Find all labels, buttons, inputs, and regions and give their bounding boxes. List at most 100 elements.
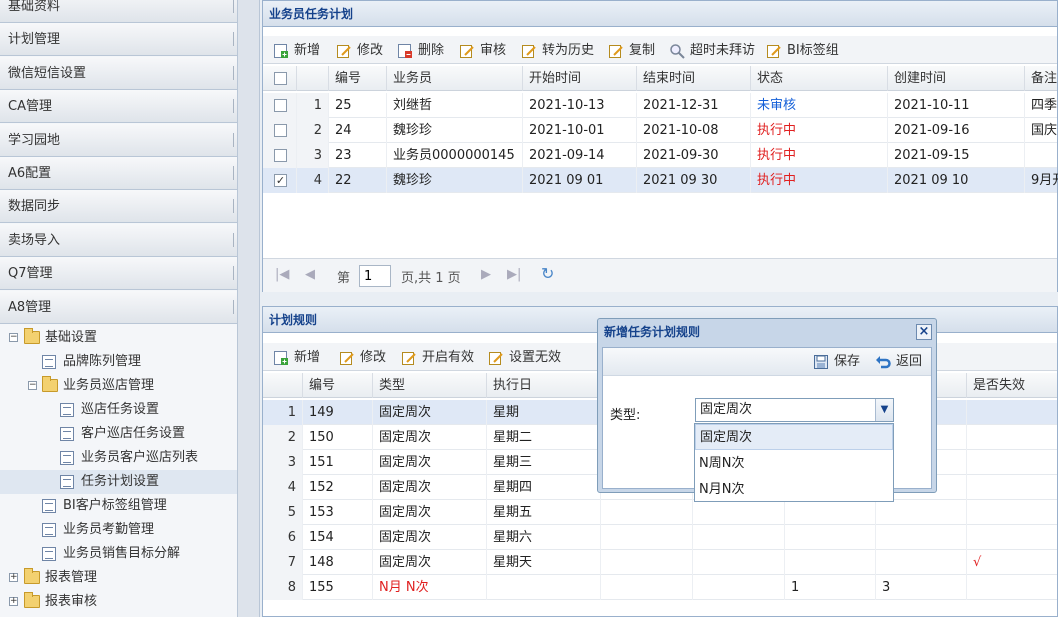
row-number: 3 <box>263 450 303 475</box>
tree-node-basic-settings[interactable]: − 基础设置 <box>0 326 237 350</box>
cell-start: 2021-10-01 <box>523 118 637 143</box>
close-icon[interactable]: × <box>916 324 932 340</box>
table-row[interactable]: ✓ 4 22 魏珍珍 2021 09 01 2021 09 30 执行中 202… <box>263 168 1058 193</box>
sidebar-section-a8[interactable]: A8管理 <box>0 291 237 324</box>
table-row[interactable]: 7 148 固定周次 星期天 √ <box>263 550 1057 575</box>
dropdown-option[interactable]: N月N次 <box>695 477 893 503</box>
sidebar-section-basic-data[interactable]: 基础资料 <box>0 0 237 23</box>
expand-icon[interactable]: + <box>9 573 18 582</box>
page-icon <box>60 451 74 465</box>
sidebar-section-store-import[interactable]: 卖场导入 <box>0 224 237 257</box>
tree-node-salesman-attendance[interactable]: 业务员考勤管理 <box>0 518 237 542</box>
pagination-bar: |◀ ◀ 第 页,共 1 页 ▶ ▶| ↻ <box>263 258 1057 292</box>
sidebar-section-plan-management[interactable]: 计划管理 <box>0 23 237 56</box>
column-header[interactable]: 结束时间 <box>637 66 751 91</box>
sidebar-section-ca[interactable]: CA管理 <box>0 90 237 123</box>
cell-id: 155 <box>303 575 373 600</box>
sidebar-splitter[interactable] <box>238 0 260 617</box>
edit-button[interactable]: 修改 <box>336 42 383 60</box>
next-page-icon[interactable]: ▶ <box>481 267 491 282</box>
cell-type: 固定周次 <box>373 550 487 575</box>
sidebar-section-wechat-sms[interactable]: 微信短信设置 <box>0 57 237 90</box>
column-header[interactable]: 备注 <box>1025 66 1058 91</box>
tree-node-report-review[interactable]: + 报表审核 <box>0 590 237 614</box>
tree-node-brand-display[interactable]: 品牌陈列管理 <box>0 350 237 374</box>
cell-salesman: 刘继哲 <box>387 93 523 118</box>
collapse-icon[interactable]: − <box>28 381 37 390</box>
review-button[interactable]: 审核 <box>459 42 506 60</box>
column-header[interactable]: 编号 <box>329 66 387 91</box>
expand-icon[interactable]: + <box>9 597 18 606</box>
add-button[interactable]: 新增 <box>273 42 320 60</box>
cell-id: 25 <box>329 93 387 118</box>
dialog-title: 新增任务计划规则 <box>604 325 701 339</box>
row-number: 3 <box>297 143 329 168</box>
column-header[interactable]: 开始时间 <box>523 66 637 91</box>
sidebar-section-q7[interactable]: Q7管理 <box>0 257 237 290</box>
cell-id: 150 <box>303 425 373 450</box>
page-number-input[interactable] <box>359 265 391 287</box>
column-header[interactable]: 编号 <box>303 373 373 398</box>
divider <box>233 99 234 113</box>
sidebar-section-data-sync[interactable]: 数据同步 <box>0 190 237 223</box>
tree-node-report-management[interactable]: + 报表管理 <box>0 566 237 590</box>
save-button[interactable]: 保存 <box>813 353 860 371</box>
disable-rule-button[interactable]: 设置无效 <box>488 349 561 367</box>
type-select[interactable]: 固定周次 ▼ <box>695 398 894 422</box>
row-check-cell <box>263 143 297 168</box>
copy-button[interactable]: 复制 <box>608 42 655 60</box>
table-row[interactable]: 6 154 固定周次 星期六 <box>263 525 1057 550</box>
dropdown-option[interactable]: 固定周次 <box>695 424 893 450</box>
first-page-icon[interactable]: |◀ <box>275 267 289 282</box>
delete-button[interactable]: 删除 <box>397 42 444 60</box>
tree-node-salesman-sales-target[interactable]: 业务员销售目标分解 <box>0 542 237 566</box>
refresh-icon[interactable]: ↻ <box>541 264 554 283</box>
tree-node-task-plan-settings[interactable]: 任务计划设置 <box>0 470 237 494</box>
cell-type: 固定周次 <box>373 450 487 475</box>
table-row[interactable]: 2 24 魏珍珍 2021-10-01 2021-10-08 执行中 2021-… <box>263 118 1057 143</box>
row-checkbox[interactable] <box>274 124 287 137</box>
add-rule-button[interactable]: 新增 <box>273 349 320 367</box>
column-header[interactable]: 创建时间 <box>888 66 1025 91</box>
column-header[interactable]: 类型 <box>373 373 487 398</box>
sidebar-section-learning[interactable]: 学习园地 <box>0 124 237 157</box>
sidebar-section-label: 学习园地 <box>8 133 61 148</box>
select-all-checkbox[interactable] <box>274 72 287 85</box>
tree-node-customer-visit-task[interactable]: 客户巡店任务设置 <box>0 422 237 446</box>
sidebar: 基础资料 计划管理 微信短信设置 CA管理 学习园地 A6配置 数据同步 卖场导… <box>0 0 238 617</box>
row-checkbox[interactable] <box>274 99 287 112</box>
dropdown-option[interactable]: N周N次 <box>695 451 893 477</box>
prev-page-icon[interactable]: ◀ <box>305 267 315 282</box>
row-checkbox-checked[interactable]: ✓ <box>274 174 287 187</box>
table-row[interactable]: 5 153 固定周次 星期五 <box>263 500 1057 525</box>
page-icon <box>60 475 74 489</box>
tag-icon <box>767 45 781 58</box>
enable-rule-button[interactable]: 开启有效 <box>401 349 474 367</box>
column-header[interactable]: 执行日 <box>487 373 601 398</box>
last-page-icon[interactable]: ▶| <box>507 267 521 282</box>
convert-to-history-button[interactable]: 转为历史 <box>521 42 594 60</box>
table-row[interactable]: 8 155 N月 N次 1 3 <box>263 575 1057 600</box>
tree-node-salesman-customer-visit-list[interactable]: 业务员客户巡店列表 <box>0 446 237 470</box>
column-header[interactable]: 是否失效 <box>967 373 1058 398</box>
tree-node-label: 任务计划设置 <box>81 474 160 489</box>
tree-node-bi-customer-tag[interactable]: BI客户标签组管理 <box>0 494 237 518</box>
row-check-cell: ✓ <box>263 168 297 193</box>
bi-tag-group-button[interactable]: BI标签组 <box>766 42 839 60</box>
overdue-visit-button[interactable]: 超时未拜访 <box>669 42 755 60</box>
table-row[interactable]: 3 23 业务员0000000145 2021-09-14 2021-09-30… <box>263 143 1057 168</box>
chevron-down-icon[interactable]: ▼ <box>875 399 893 421</box>
tree-node-visit-task-settings[interactable]: 巡店任务设置 <box>0 398 237 422</box>
column-header[interactable]: 业务员 <box>387 66 523 91</box>
row-checkbox[interactable] <box>274 149 287 162</box>
button-label: 新增 <box>294 350 321 365</box>
table-row[interactable]: 1 25 刘继哲 2021-10-13 2021-12-31 未审核 2021-… <box>263 93 1057 118</box>
edit-rule-button[interactable]: 修改 <box>339 349 386 367</box>
page-icon <box>60 427 74 441</box>
back-button[interactable]: 返回 <box>875 353 922 371</box>
collapse-icon[interactable]: − <box>9 333 18 342</box>
tree-node-salesman-visit[interactable]: − 业务员巡店管理 <box>0 374 237 398</box>
column-header[interactable]: 状态 <box>751 66 888 91</box>
sidebar-section-a6[interactable]: A6配置 <box>0 157 237 190</box>
cell-end: 2021 09 30 <box>637 168 751 193</box>
